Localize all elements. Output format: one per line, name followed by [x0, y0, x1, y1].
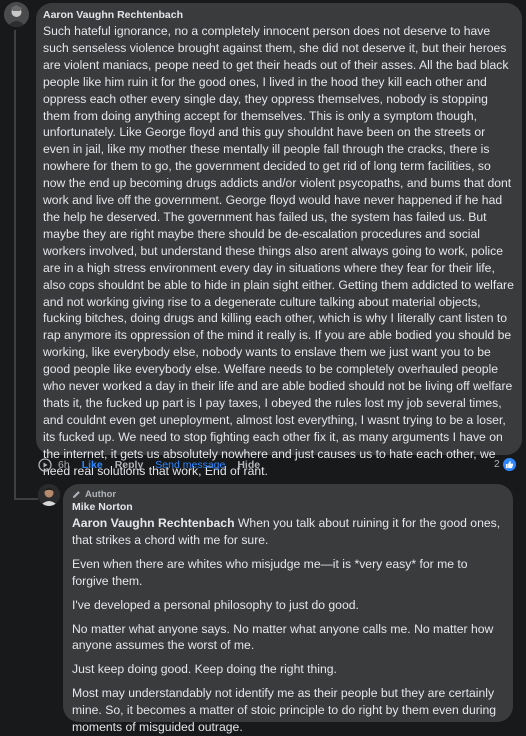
reply-button[interactable]: Reply	[115, 459, 144, 471]
pencil-icon	[72, 491, 80, 499]
play-circle-icon[interactable]	[38, 458, 52, 472]
avatar[interactable]	[38, 484, 60, 506]
comment-author[interactable]: Aaron Vaughn Rechtenbach	[43, 9, 514, 21]
avatar[interactable]	[4, 2, 29, 27]
reply-paragraph: No matter what anyone says. No matter wh…	[72, 621, 494, 653]
author-badge-label: Author	[85, 489, 117, 500]
reply-bubble: Author Mike Norton Aaron Vaughn Rechtenb…	[63, 484, 513, 734]
reply-text: Aaron Vaughn Rechtenbach When you talk a…	[72, 515, 505, 736]
like-button[interactable]: Like	[82, 459, 103, 471]
avatar-icon	[4, 2, 29, 27]
reaction-count-value: 2	[494, 459, 500, 470]
reply-paragraph: Just keep doing good. Keep doing the rig…	[72, 662, 337, 677]
reply-paragraph: Aaron Vaughn Rechtenbach When you talk a…	[72, 515, 505, 549]
reply-paragraph: Even when there are whites who misjudge …	[72, 556, 468, 588]
reaction-count[interactable]: 2	[494, 458, 516, 471]
comment-bubble: Aaron Vaughn Rechtenbach Such hateful ig…	[36, 3, 522, 478]
comment-time[interactable]: 6h	[58, 459, 70, 471]
thumbs-up-icon	[502, 458, 516, 471]
mention-link[interactable]: Aaron Vaughn Rechtenbach	[72, 516, 235, 530]
thread-line-branch	[14, 498, 38, 500]
comment-text: Such hateful ignorance, no a completely …	[43, 24, 514, 478]
comment-actions: 6h Like Reply Send message Hide	[38, 458, 272, 472]
avatar-icon	[38, 484, 60, 506]
reply-paragraph: Most may understandably not identify me …	[72, 686, 497, 735]
thread-line	[14, 30, 16, 500]
send-message-button[interactable]: Send message	[155, 459, 225, 471]
reply-author[interactable]: Mike Norton	[72, 501, 505, 513]
reply-paragraph: I've developed a personal philosophy to …	[72, 597, 359, 612]
author-badge: Author	[72, 489, 505, 500]
hide-button[interactable]: Hide	[237, 459, 260, 471]
